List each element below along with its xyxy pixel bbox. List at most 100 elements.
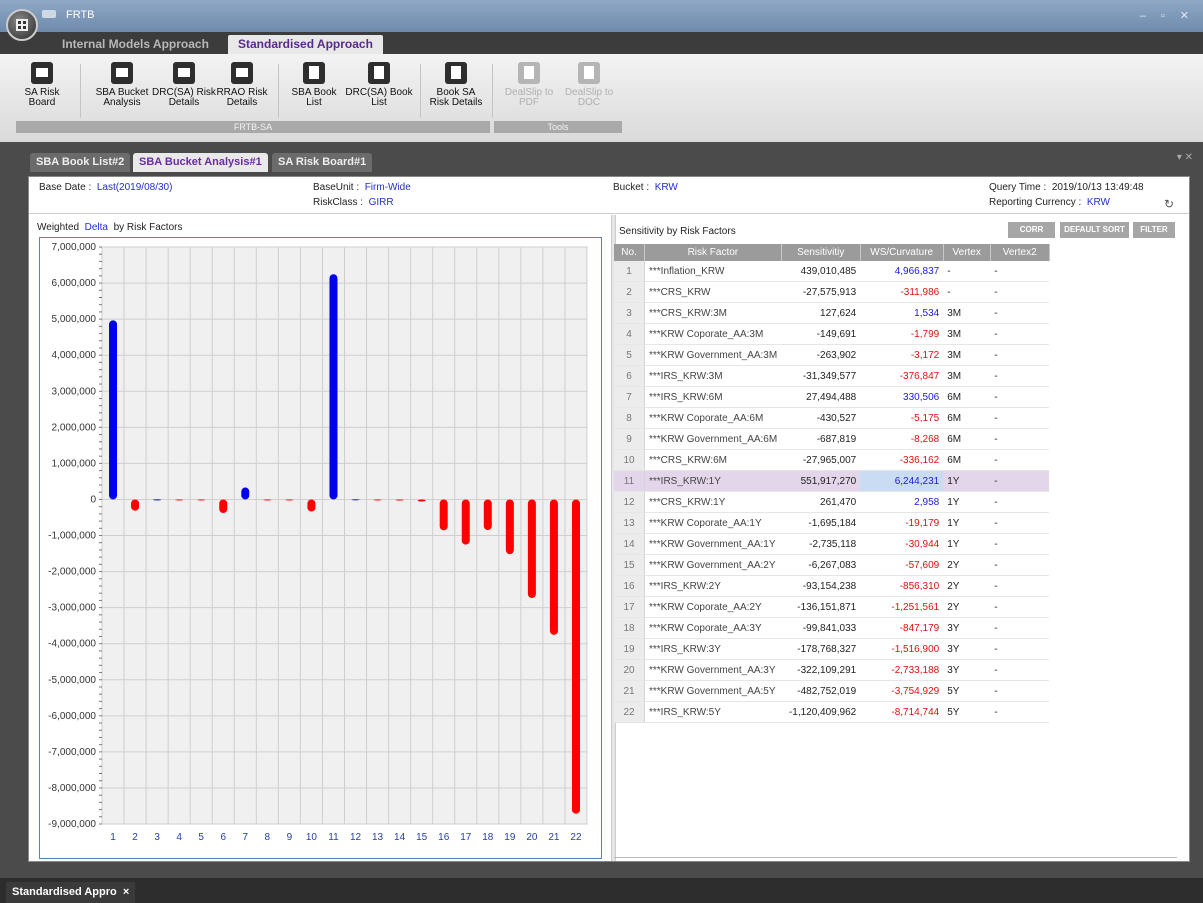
bar-18[interactable] [483,499,492,530]
bar-22[interactable] [571,499,580,814]
ribbon-tab-standardised[interactable]: Standardised Approach [228,35,383,54]
row-number: 19 [614,638,645,660]
doc-tab-sa-risk-board[interactable]: SA Risk Board#1 [272,153,373,172]
table-row[interactable]: 20 ***KRW Government_AA:3Y -322,109,291 -2,… [614,659,1050,681]
risk-factor-cell: ***IRS_KRW:2Y [644,575,782,597]
col-vertex2[interactable]: Vertex2 [990,244,1050,261]
row-number: 15 [614,554,645,576]
corr-button[interactable]: CORR [1008,222,1055,238]
ws-curvature-cell: -336,162 [860,449,944,471]
bar-13[interactable] [373,499,382,501]
vertex2-cell: - [990,386,1050,408]
window-controls[interactable]: – ▫ ✕ [1140,9,1195,22]
table-row[interactable]: 15 ***KRW Government_AA:2Y -6,267,083 -57,6… [614,554,1050,576]
reporting-currency-value[interactable]: KRW [1087,197,1110,208]
table-row[interactable]: 13 ***KRW Coporate_AA:1Y -1,695,184 -19,179… [614,512,1050,534]
sensitivity-cell: 551,917,270 [781,470,861,492]
vertex-cell: 1Y [943,512,991,534]
table-row[interactable]: 21 ***KRW Government_AA:5Y -482,752,019 -3,… [614,680,1050,702]
sensitivity-cell: -1,120,409,962 [781,701,861,723]
table-row[interactable]: 4 ***KRW Coporate_AA:3M -149,691 -1,799 3M - [614,323,1050,345]
bar-4[interactable] [175,499,184,501]
table-row[interactable]: 10 ***CRS_KRW:6M -27,965,007 -336,162 6M - [614,449,1050,471]
sensitivity-cell: -322,109,291 [781,659,861,681]
rrao-risk-details-button[interactable]: RRAO Risk Details [210,62,274,108]
bar-9[interactable] [285,499,294,501]
doc-tab-controls[interactable]: ▾ ✕ [1177,152,1193,163]
bar-5[interactable] [197,499,206,501]
quick-access-icon[interactable] [42,10,56,18]
drc-sa-risk-details-button[interactable]: DRC(SA) Risk Details [152,62,216,108]
bucket-value[interactable]: KRW [655,182,678,193]
doc-tab-sba-bucket-analysis[interactable]: SBA Bucket Analysis#1 [133,153,268,172]
bar-7[interactable] [241,487,250,500]
table-row[interactable]: 11 ***IRS_KRW:1Y 551,917,270 6,244,231 1Y - [614,470,1050,492]
table-row[interactable]: 17 ***KRW Coporate_AA:2Y -136,151,871 -1,25… [614,596,1050,618]
bar-3[interactable] [153,499,162,501]
table-row[interactable]: 18 ***KRW Coporate_AA:3Y -99,841,033 -847,1… [614,617,1050,639]
dealslip-to-doc-button[interactable]: DealSlip to DOC [560,62,618,108]
table-row[interactable]: 19 ***IRS_KRW:3Y -178,768,327 -1,516,900 3Y - [614,638,1050,660]
bar-12[interactable] [351,499,360,501]
bar-15[interactable] [417,499,426,502]
bar-1[interactable] [109,320,118,500]
filter-button[interactable]: FILTER [1133,222,1175,238]
bar-2[interactable] [131,499,140,511]
table-row[interactable]: 16 ***IRS_KRW:2Y -93,154,238 -856,310 2Y - [614,575,1050,597]
dealslip-to-pdf-button[interactable]: DealSlip to PDF [500,62,558,108]
row-number: 9 [614,428,645,450]
y-tick-label: 6,000,000 [52,278,97,289]
bar-6[interactable] [219,499,228,514]
book-sa-risk-details-button[interactable]: Book SA Risk Details [424,62,488,108]
table-row[interactable]: 3 ***CRS_KRW:3M 127,624 1,534 3M - [614,302,1050,324]
doc-tab-sba-book-list[interactable]: SBA Book List#2 [30,153,131,172]
measure-selector[interactable]: Delta [85,222,108,233]
table-row[interactable]: 2 ***CRS_KRW -27,575,913 -311,986- - [614,281,1050,303]
x-tick-label: 1 [110,832,116,843]
table-row[interactable]: 7 ***IRS_KRW:6M 27,494,488 330,506 6M - [614,386,1050,408]
drc-sa-book-list-button[interactable]: DRC(SA) Book List [342,62,416,108]
base-unit-value[interactable]: Firm-Wide [365,182,411,193]
table-row[interactable]: 8 ***KRW Coporate_AA:6M -430,527 -5,175 6M - [614,407,1050,429]
ribbon-tab-internal-models[interactable]: Internal Models Approach [52,35,219,54]
table-row[interactable]: 12 ***CRS_KRW:1Y 261,470 2,958 1Y - [614,491,1050,513]
col-sensitivity[interactable]: Sensitivitiy [781,244,861,261]
risk-class-value[interactable]: GIRR [369,197,394,208]
col-no[interactable]: No. [614,244,645,261]
table-row[interactable]: 14 ***KRW Government_AA:1Y -2,735,118 -30,9… [614,533,1050,555]
row-number: 20 [614,659,645,681]
bar-16[interactable] [439,499,448,531]
bar-11[interactable] [329,274,338,500]
bar-10[interactable] [307,499,316,512]
col-ws-curvature[interactable]: WS/Curvature [860,244,944,261]
sensitivity-cell: -263,902 [781,344,861,366]
col-risk-factor[interactable]: Risk Factor [644,244,782,261]
table-row[interactable]: 1 ***Inflation_KRW 439,010,485 4,966,837- - [614,261,1050,282]
default-sort-button[interactable]: DEFAULT SORT [1060,222,1129,238]
table-row[interactable]: 9 ***KRW Government_AA:6M -687,819 -8,268 6M… [614,428,1050,450]
bar-21[interactable] [549,499,558,635]
vertex-cell: 3Y [943,659,991,681]
table-row[interactable]: 6 ***IRS_KRW:3M -31,349,577 -376,847 3M - [614,365,1050,387]
table-row[interactable]: 22 ***IRS_KRW:5Y -1,120,409,962 -8,714,744 5… [614,701,1050,723]
bar-19[interactable] [505,499,514,555]
app-menu-button[interactable] [6,9,38,41]
table-row[interactable]: 5 ***KRW Government_AA:3M -263,902 -3,172 3M… [614,344,1050,366]
bar-17[interactable] [461,499,470,545]
bottom-tab-standardised[interactable]: Standardised Appro × [6,882,136,903]
risk-factor-cell: ***KRW Government_AA:5Y [644,680,782,702]
col-vertex[interactable]: Vertex [943,244,991,261]
base-date-value[interactable]: Last(2019/08/30) [97,182,173,193]
sensitivity-cell: -2,735,118 [781,533,861,555]
refresh-icon[interactable]: ↻ [1164,197,1174,211]
sba-bucket-analysis-button[interactable]: SBA Bucket Analysis [90,62,154,108]
bar-8[interactable] [263,499,272,501]
y-tick-label: 7,000,000 [52,242,97,253]
close-icon[interactable]: × [123,886,129,898]
vertex2-cell: - [990,281,1050,303]
bar-20[interactable] [527,499,536,599]
sba-book-list-button[interactable]: SBA Book List [282,62,346,108]
sa-risk-board-button[interactable]: SA Risk Board [16,62,68,108]
vertex2-cell: - [990,449,1050,471]
bar-14[interactable] [395,499,404,501]
